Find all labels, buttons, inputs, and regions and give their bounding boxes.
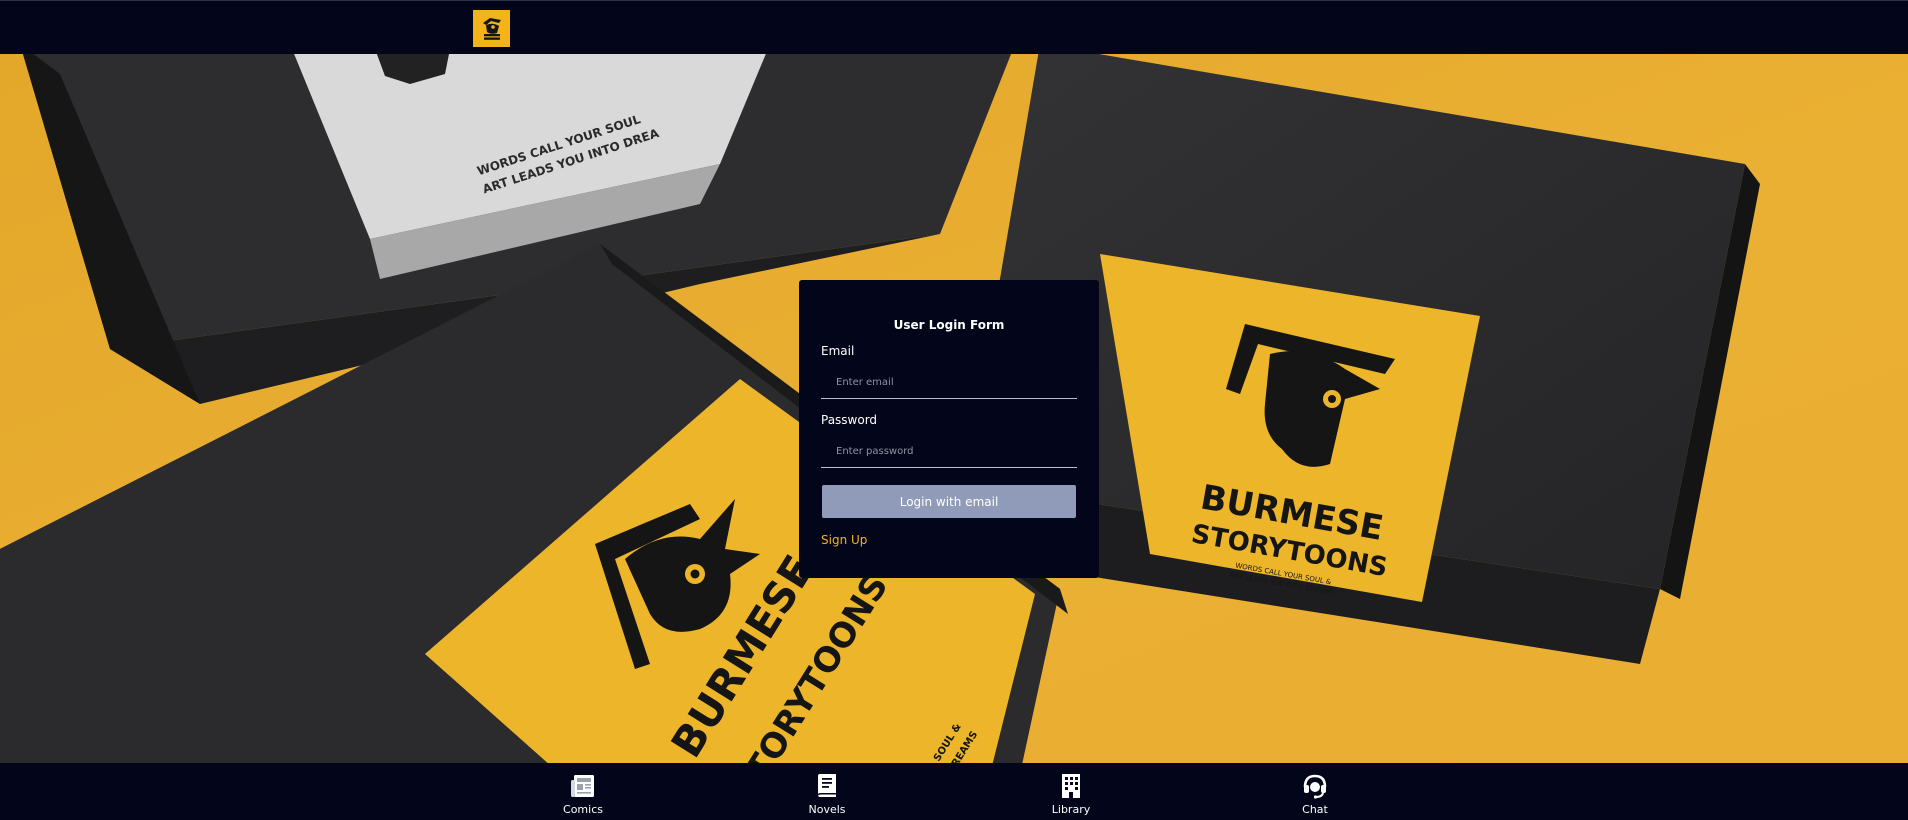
building-icon [1062, 774, 1080, 798]
book-icon [818, 774, 836, 797]
nav-item-novels[interactable]: Novels [782, 772, 872, 816]
password-label: Password [821, 413, 878, 427]
nav-item-library[interactable]: Library [1026, 772, 1116, 816]
page: WORDS CALL YOUR SOUL ART LEADS YOU INTO … [0, 0, 1908, 820]
nav-label-comics: Comics [563, 803, 603, 816]
login-form: User Login Form Email Password Login wit… [799, 280, 1099, 578]
nav-item-comics[interactable]: Comics [538, 772, 628, 816]
password-input[interactable] [821, 436, 1077, 468]
email-label: Email [821, 344, 855, 358]
top-header [0, 0, 1908, 54]
sign-up-link[interactable]: Sign Up [821, 532, 867, 548]
nav-label-chat: Chat [1302, 803, 1328, 816]
headset-icon [1303, 774, 1327, 799]
login-with-email-button[interactable]: Login with email [822, 485, 1076, 518]
logo-mascot-icon [482, 17, 501, 40]
nav-label-novels: Novels [808, 803, 846, 816]
brand-logo[interactable] [473, 10, 510, 47]
nav-label-library: Library [1051, 803, 1091, 816]
newspaper-icon [571, 775, 594, 797]
email-input[interactable] [821, 367, 1077, 399]
nav-item-chat[interactable]: Chat [1270, 772, 1360, 816]
bottom-navigation: Comics Novels Library Chat [0, 763, 1908, 820]
login-form-title: User Login Form [893, 318, 1005, 332]
